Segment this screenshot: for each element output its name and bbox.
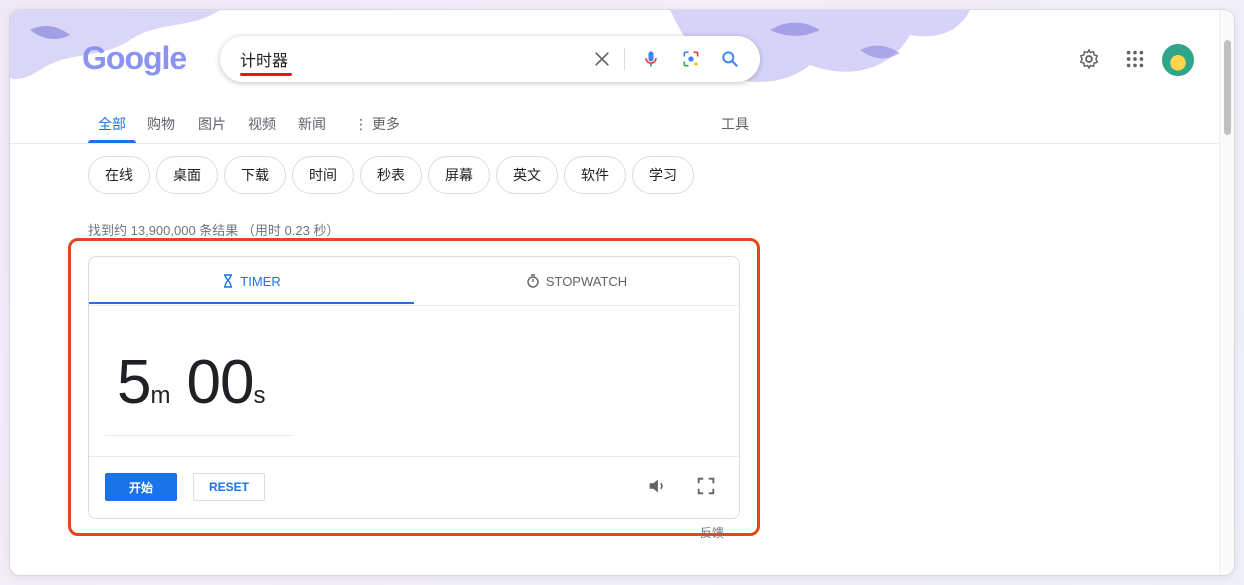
tab-shopping[interactable]: 购物	[147, 114, 175, 134]
tab-timer-label: TIMER	[240, 273, 281, 289]
chip-time[interactable]: 时间	[292, 156, 354, 194]
tab-images[interactable]: 图片	[198, 114, 226, 134]
reset-button[interactable]: RESET	[193, 473, 265, 501]
fullscreen-icon[interactable]	[695, 475, 717, 497]
search-icon[interactable]	[720, 49, 740, 69]
timer-tab-indicator	[89, 302, 414, 304]
google-logo[interactable]: Google	[82, 40, 187, 77]
clear-icon[interactable]	[592, 49, 612, 69]
chip-software[interactable]: 软件	[564, 156, 626, 194]
chip-online[interactable]: 在线	[88, 156, 150, 194]
tab-stopwatch[interactable]: STOPWATCH	[414, 257, 739, 305]
browser-window: Google 计时器 全部 购物 图片 视频 新闻 ⋮ 更多 工具 在线 桌面 …	[10, 10, 1234, 575]
tools-button[interactable]: 工具	[721, 114, 749, 134]
spellcheck-underline	[240, 73, 292, 76]
chip-desktop[interactable]: 桌面	[156, 156, 218, 194]
feedback-link[interactable]: 反馈	[700, 524, 724, 541]
timer-minutes: 5	[117, 348, 151, 417]
chip-english[interactable]: 英文	[496, 156, 558, 194]
timer-widget: TIMER STOPWATCH 5m 00s 开始 RESET	[88, 256, 740, 519]
vertical-scrollbar[interactable]	[1219, 10, 1234, 575]
settings-gear-icon[interactable]	[1078, 48, 1100, 70]
card-tabs-divider	[89, 305, 739, 306]
tab-more[interactable]: ⋮ 更多	[354, 114, 400, 134]
chip-download[interactable]: 下载	[224, 156, 286, 194]
search-input[interactable]	[240, 48, 540, 70]
volume-icon[interactable]	[646, 475, 668, 497]
timer-display[interactable]: 5m 00s	[117, 347, 281, 418]
card-controls-divider	[89, 456, 739, 457]
nav-divider	[10, 143, 1219, 144]
microphone-icon[interactable]	[641, 49, 661, 69]
timer-input-underline	[105, 435, 293, 436]
timer-seconds: 00	[186, 348, 254, 417]
start-button[interactable]: 开始	[105, 473, 177, 501]
hourglass-icon	[224, 274, 233, 288]
tab-stopwatch-label: STOPWATCH	[545, 273, 628, 289]
tab-timer[interactable]: TIMER	[89, 257, 414, 305]
tab-all[interactable]: 全部	[98, 114, 126, 134]
chip-screen[interactable]: 屏幕	[428, 156, 490, 194]
tab-news[interactable]: 新闻	[298, 114, 326, 134]
scrollbar-thumb[interactable]	[1224, 40, 1231, 135]
chip-study[interactable]: 学习	[632, 156, 694, 194]
search-divider	[624, 48, 625, 70]
timer-seconds-unit: s	[253, 382, 266, 409]
stopwatch-icon	[527, 274, 539, 288]
result-stats: 找到约 13,900,000 条结果 （用时 0.23 秒）	[88, 223, 340, 238]
lens-camera-icon[interactable]	[681, 49, 701, 69]
search-box	[220, 36, 760, 82]
account-avatar[interactable]	[1162, 44, 1194, 76]
chip-stopwatch[interactable]: 秒表	[360, 156, 422, 194]
tab-videos[interactable]: 视频	[248, 114, 276, 134]
apps-grid-icon[interactable]	[1124, 48, 1146, 70]
timer-minutes-unit: m	[150, 382, 171, 409]
